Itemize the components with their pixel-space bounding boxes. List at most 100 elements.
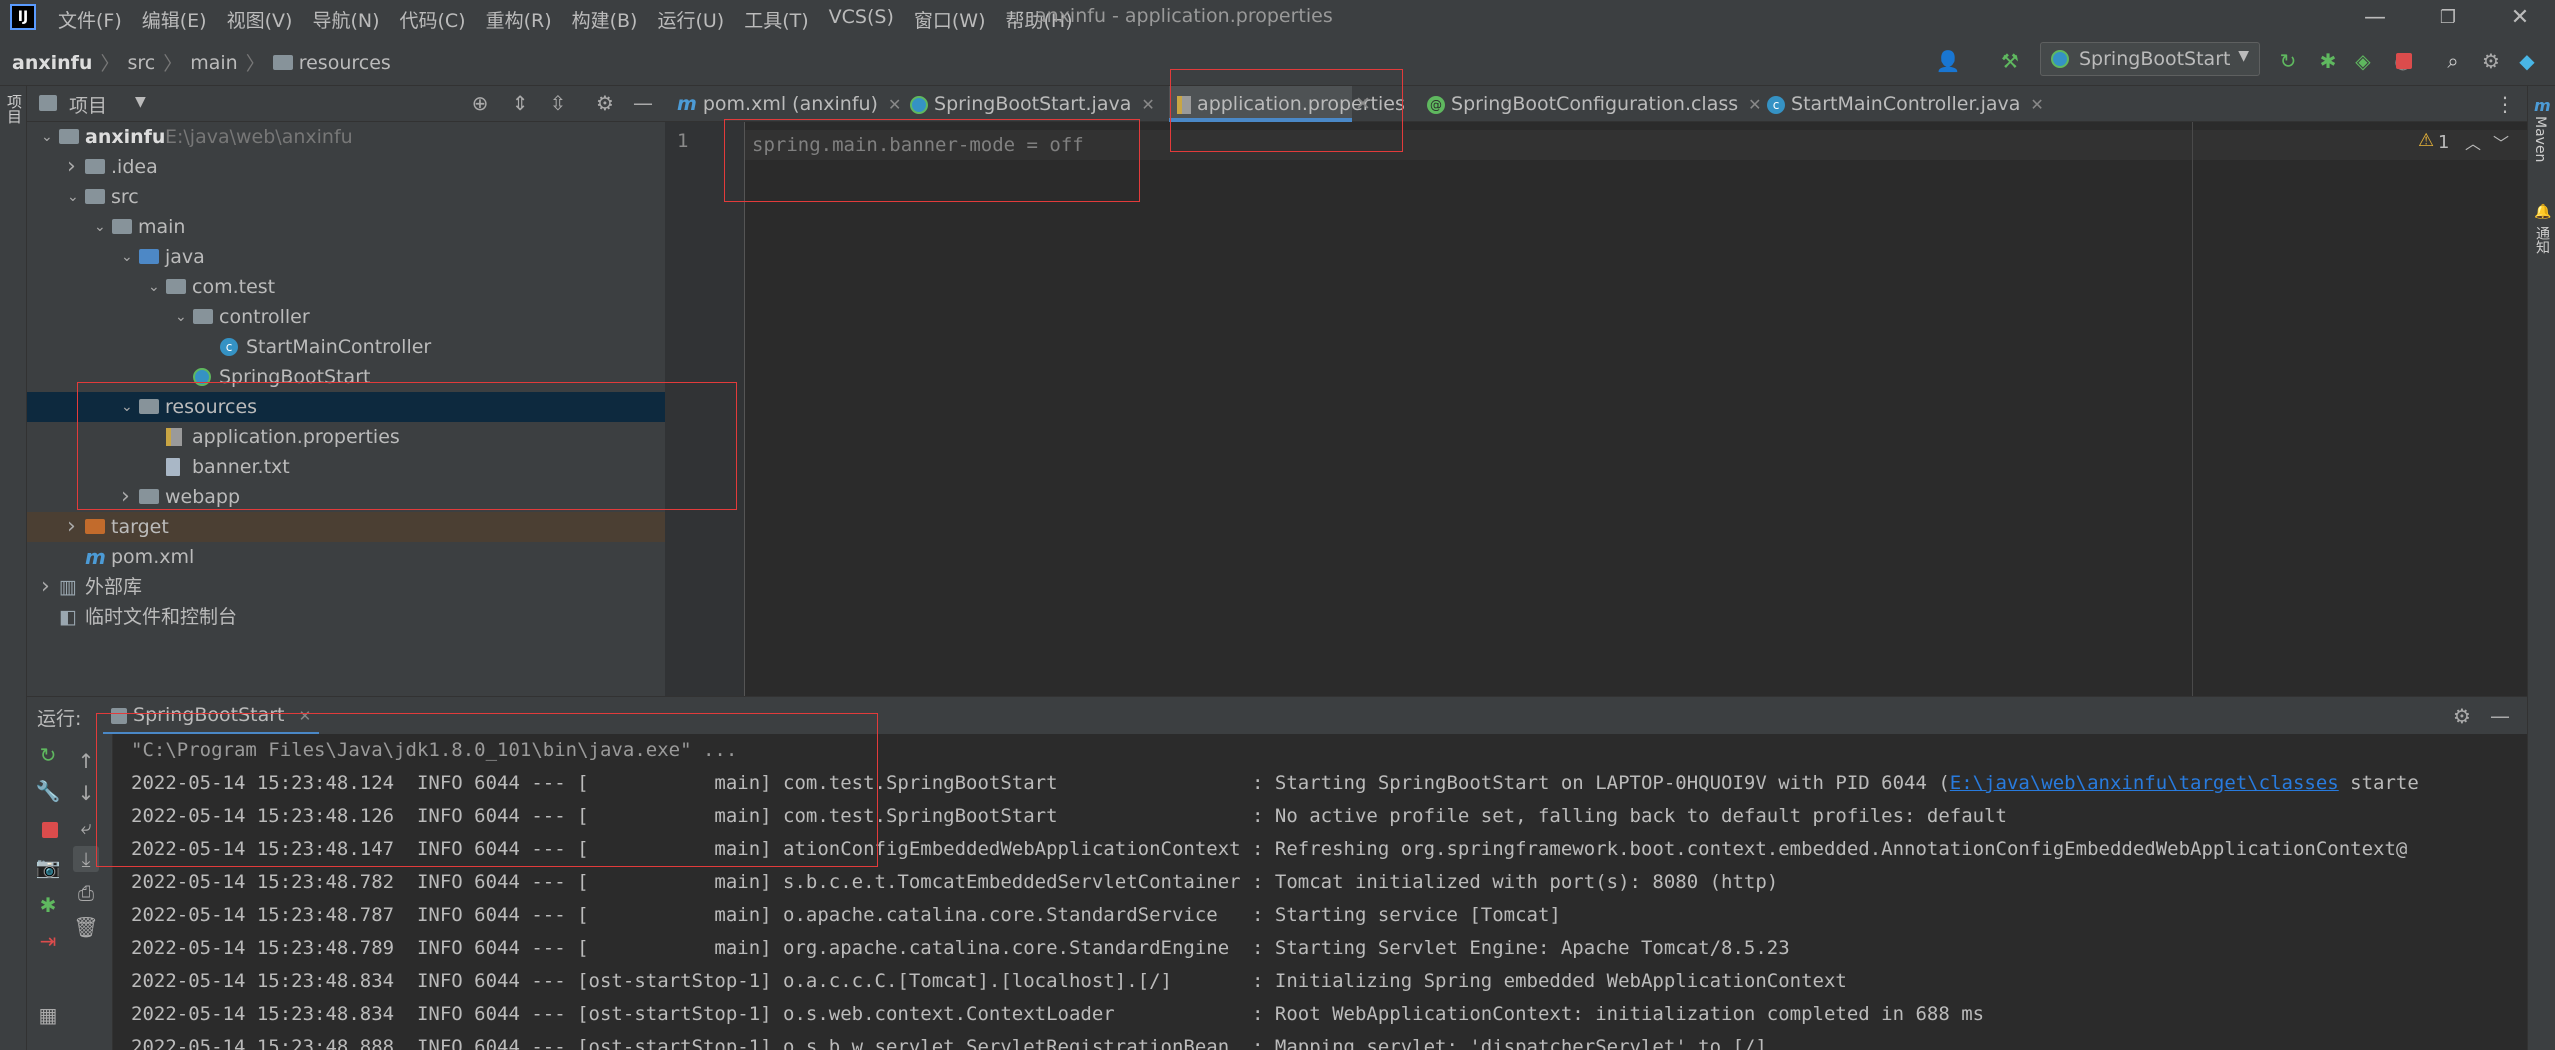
close-tab-icon[interactable]: ✕ — [2030, 95, 2043, 114]
code-line-1[interactable]: spring.main.banner-mode = off — [752, 130, 1084, 160]
tree-item-startmaincontroller[interactable]: c StartMainController — [27, 332, 665, 362]
tree-item-application-properties[interactable]: application.properties — [27, 422, 665, 452]
gear-icon[interactable]: ⚙ — [592, 90, 618, 116]
coverage-icon[interactable]: ◈ — [2350, 48, 2376, 74]
tree-item--[interactable]: ◧ 临时文件和控制台 — [27, 602, 665, 632]
tree-item-resources[interactable]: ⌄ resources — [27, 392, 665, 422]
collapse-all-icon[interactable]: ⇳ — [545, 90, 571, 116]
expand-all-icon[interactable]: ⇕ — [507, 90, 533, 116]
tree-item--idea[interactable]: › .idea — [27, 152, 665, 182]
gear-icon[interactable]: ⚙ — [2478, 48, 2504, 74]
restore-icon[interactable]: ❐ — [2428, 3, 2468, 33]
breadcrumb-src[interactable]: src — [127, 52, 155, 74]
chevron-right-icon[interactable]: › — [67, 152, 83, 182]
rerun-icon[interactable]: ↻ — [35, 742, 61, 768]
code-editor[interactable] — [665, 122, 2527, 696]
chevron-down-icon[interactable]: ▼ — [135, 94, 146, 110]
debug-icon[interactable]: ✱ — [35, 892, 61, 918]
user-icon[interactable]: 👤 — [1935, 48, 1961, 74]
close-tab-icon[interactable]: ✕ — [1141, 95, 1154, 114]
exit-icon[interactable]: ⇥ — [35, 928, 61, 954]
menu-refactor[interactable]: 重构(R) — [486, 6, 552, 33]
chevron-right-icon[interactable]: › — [67, 512, 83, 542]
arrow-up-icon[interactable]: ↑ — [73, 748, 99, 774]
notifications-tool-button[interactable]: 通知 — [2532, 226, 2552, 254]
chevron-down-icon[interactable]: ﹀ — [2493, 130, 2509, 154]
rerun-icon[interactable]: ↻ — [2275, 48, 2301, 74]
console-path-link[interactable]: E:\java\web\anxinfu\target\classes — [1950, 772, 2339, 794]
tree-item-target[interactable]: › target — [27, 512, 665, 542]
more-tabs-icon[interactable]: ⋮ — [2495, 86, 2515, 122]
menu-vcs[interactable]: VCS(S) — [829, 6, 894, 33]
search-icon[interactable]: ⌕ — [2440, 48, 2466, 74]
tree-item-com-test[interactable]: ⌄ com.test — [27, 272, 665, 302]
menu-tools[interactable]: 工具(T) — [744, 6, 808, 33]
plugin-icon[interactable]: ◆ — [2514, 48, 2540, 74]
wrench-icon[interactable]: 🔧 — [35, 778, 61, 804]
arrow-down-icon[interactable]: ↓ — [73, 780, 99, 806]
console-output[interactable]: "C:\Program Files\Java\jdk1.8.0_101\bin\… — [113, 734, 2527, 1050]
chevron-down-icon[interactable]: ⌄ — [41, 122, 57, 152]
tab-application-properties[interactable]: application.properties — [1169, 86, 1405, 122]
tree-item-controller[interactable]: ⌄ controller — [27, 302, 665, 332]
menu-window[interactable]: 窗口(W) — [914, 6, 986, 33]
tree-item-banner-txt[interactable]: banner.txt — [27, 452, 665, 482]
tab-pom-xml[interactable]: m pom.xml (anxinfu) ✕ — [677, 86, 901, 122]
chevron-down-icon[interactable]: ⌄ — [121, 392, 137, 422]
close-tab-icon[interactable]: ✕ — [1748, 95, 1761, 114]
breadcrumb-project[interactable]: anxinfu — [12, 52, 92, 74]
tree-item-anxinfu[interactable]: ⌄ anxinfu E:\java\web\anxinfu — [27, 122, 665, 152]
tree-item-src[interactable]: ⌄ src — [27, 182, 665, 212]
chevron-right-icon[interactable]: › — [121, 482, 137, 512]
breadcrumb-resources[interactable]: resources — [299, 52, 391, 74]
locate-icon[interactable]: ⊕ — [467, 90, 493, 116]
soft-wrap-icon[interactable]: ⤶ — [73, 814, 99, 840]
project-view-title[interactable]: 项目 — [69, 91, 107, 118]
menu-build[interactable]: 构建(B) — [572, 6, 638, 33]
stop-icon[interactable] — [2396, 53, 2412, 69]
warning-icon[interactable]: ⚠ — [2418, 130, 2434, 151]
tree-item-java[interactable]: ⌄ java — [27, 242, 665, 272]
stop-icon[interactable] — [42, 822, 58, 838]
tree-item-springbootstart[interactable]: SpringBootStart — [27, 362, 665, 392]
chevron-right-icon[interactable]: › — [41, 572, 57, 602]
minimize-icon[interactable]: — — [2355, 3, 2395, 33]
menu-file[interactable]: 文件(F) — [58, 6, 122, 33]
chevron-down-icon[interactable]: ⌄ — [175, 302, 191, 332]
tab-springbootconfiguration[interactable]: @ SpringBootConfiguration.class ✕ — [1427, 86, 1762, 122]
tree-item-pom-xml[interactable]: m pom.xml — [27, 542, 665, 572]
close-tab-icon[interactable]: ✕ — [1355, 86, 1371, 122]
menu-edit[interactable]: 编辑(E) — [142, 6, 207, 33]
chevron-up-icon[interactable]: ︿ — [2465, 130, 2481, 154]
close-tab-icon[interactable]: ✕ — [888, 95, 901, 114]
breadcrumb-main[interactable]: main — [190, 52, 237, 74]
run-configuration-select[interactable]: SpringBootStart ▼ — [2040, 42, 2260, 76]
tab-springbootstart[interactable]: SpringBootStart.java ✕ — [910, 86, 1155, 122]
tree-item-webapp[interactable]: › webapp — [27, 482, 665, 512]
tree-item-main[interactable]: ⌄ main — [27, 212, 665, 242]
maven-tool-button[interactable]: Maven — [2532, 116, 2548, 162]
chevron-down-icon[interactable]: ⌄ — [94, 212, 110, 242]
intellij-logo-icon[interactable]: IJ — [10, 4, 36, 30]
menu-run[interactable]: 运行(U) — [657, 6, 724, 33]
chevron-down-icon[interactable]: ⌄ — [148, 272, 164, 302]
camera-icon[interactable]: 📷 — [35, 854, 61, 880]
chevron-down-icon[interactable]: ⌄ — [121, 242, 137, 272]
scroll-to-end-icon[interactable]: ⤓ — [73, 846, 99, 872]
close-window-icon[interactable]: ✕ — [2500, 3, 2540, 33]
build-hammer-icon[interactable]: ⚒ — [1997, 48, 2023, 74]
menu-view[interactable]: 视图(V) — [227, 6, 293, 33]
print-icon[interactable]: ⎙ — [73, 880, 99, 906]
hide-panel-icon[interactable]: — — [630, 90, 656, 116]
debug-icon[interactable]: ✱ — [2315, 48, 2341, 74]
chevron-down-icon[interactable]: ⌄ — [67, 182, 83, 212]
gear-icon[interactable]: ⚙ — [2449, 703, 2475, 729]
project-tool-button[interactable]: 项目 — [3, 94, 23, 124]
hide-panel-icon[interactable]: — — [2487, 703, 2513, 729]
tab-startmaincontroller[interactable]: c StartMainController.java ✕ — [1767, 86, 2044, 122]
tab-run-springbootstart[interactable]: SpringBootStart ✕ — [103, 697, 320, 735]
tree-item--[interactable]: › ▥ 外部库 — [27, 572, 665, 602]
layout-icon[interactable]: ▦ — [35, 1002, 61, 1028]
close-tab-icon[interactable]: ✕ — [299, 707, 312, 725]
menu-navigate[interactable]: 导航(N) — [312, 6, 379, 33]
